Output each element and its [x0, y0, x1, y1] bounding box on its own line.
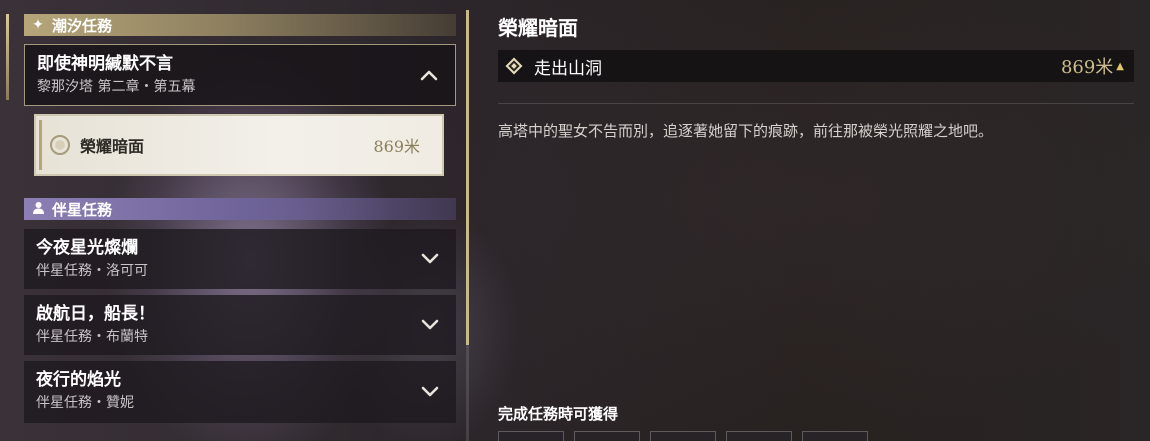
- elevation-up-icon: ▲: [1116, 60, 1124, 72]
- active-category-marker: [6, 14, 9, 100]
- quest-item-companion-2[interactable]: 啟航日，船長！ 伴星任務・布蘭特: [24, 295, 456, 355]
- quest-title: 夜行的焰光: [36, 370, 121, 390]
- quest-item-companion-3[interactable]: 夜行的焰光 伴星任務・贊妮: [24, 361, 456, 423]
- objective-distance: 869米: [1060, 57, 1114, 78]
- chevron-down-icon[interactable]: [420, 249, 440, 269]
- sub-quest-distance: 869米: [373, 137, 420, 156]
- chevron-up-icon[interactable]: [419, 65, 439, 85]
- quest-title: 啟航日，船長！: [36, 304, 155, 324]
- rewards-heading: 完成任務時可獲得: [498, 405, 619, 423]
- quest-subtitle: 伴星任務・布蘭特: [36, 329, 148, 345]
- chevron-down-icon[interactable]: [420, 382, 440, 402]
- chevron-down-icon[interactable]: [420, 315, 440, 335]
- quest-title: 即使神明緘默不言: [37, 54, 173, 74]
- objective-label: 走出山洞: [534, 58, 602, 79]
- sub-quest-label: 榮耀暗面: [80, 137, 145, 156]
- quest-detail-panel: 榮耀暗面 走出山洞 869米 ▲ 高塔中的聖女不告而別，追逐著她留下的痕跡，前往…: [498, 0, 1138, 441]
- quest-subtitle: 黎那汐塔 第二章・第五幕: [37, 79, 196, 95]
- quest-subtitle: 伴星任務・贊妮: [36, 395, 134, 411]
- quest-list-panel: ✦ 潮汐任務 即使神明緘默不言 黎那汐塔 第二章・第五幕 榮耀暗面 869米 伴…: [0, 0, 470, 441]
- scrollbar-thumb[interactable]: [466, 10, 469, 345]
- category-header-tide: ✦ 潮汐任務: [24, 14, 456, 36]
- category-label: 潮汐任務: [52, 16, 113, 35]
- radio-selected-icon: [50, 135, 70, 155]
- quest-subtitle: 伴星任務・洛可可: [36, 263, 148, 279]
- person-icon: [30, 201, 46, 218]
- reward-slot[interactable]: [726, 431, 792, 441]
- divider: [498, 103, 1134, 104]
- quest-description: 高塔中的聖女不告而別，追逐著她留下的痕跡，前往那被榮光照耀之地吧。: [498, 122, 994, 140]
- reward-slot[interactable]: [802, 431, 868, 441]
- objective-row[interactable]: 走出山洞 869米 ▲: [498, 50, 1134, 82]
- quest-title: 今夜星光燦爛: [36, 238, 138, 258]
- reward-slot[interactable]: [574, 431, 640, 441]
- quest-item-companion-1[interactable]: 今夜星光燦爛 伴星任務・洛可可: [24, 229, 456, 289]
- quest-item-tide-expanded[interactable]: 即使神明緘默不言 黎那汐塔 第二章・第五幕: [24, 44, 456, 106]
- reward-slot[interactable]: [650, 431, 716, 441]
- objective-diamond-icon: [505, 57, 523, 75]
- sparkle-icon: ✦: [32, 17, 44, 33]
- category-label: 伴星任務: [52, 200, 113, 219]
- detail-title: 榮耀暗面: [498, 16, 578, 40]
- reward-slot[interactable]: [498, 431, 564, 441]
- sub-quest-item-selected[interactable]: 榮耀暗面 869米: [34, 114, 444, 176]
- category-header-companion: 伴星任務: [24, 198, 456, 220]
